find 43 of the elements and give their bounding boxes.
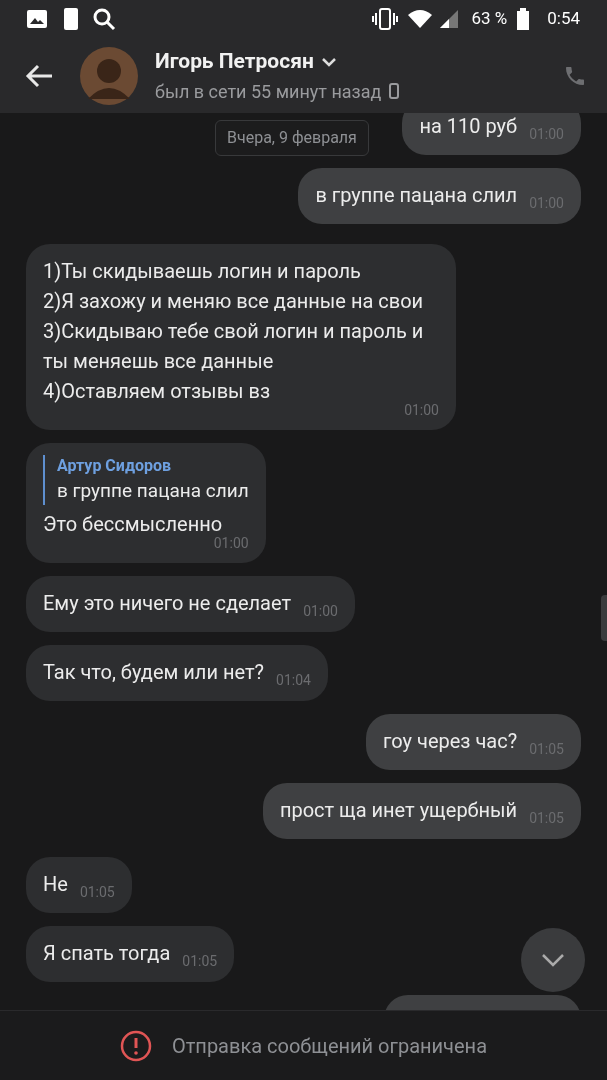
- phone-device-icon: [389, 83, 400, 100]
- message-text: Не: [43, 872, 68, 896]
- vibrate-icon: [372, 8, 399, 30]
- message-text: Так что, будем или нет?: [43, 660, 265, 684]
- message-text: гоу через час?: [383, 729, 518, 753]
- message-text: Это бессмысленно: [43, 512, 223, 536]
- message-time: 01:05: [79, 884, 115, 900]
- battery-icon: [517, 8, 530, 30]
- battery-percent: 63 %: [471, 7, 508, 31]
- message-text: в группе пацана слил: [315, 183, 518, 207]
- chevron-down-icon: [541, 953, 565, 967]
- message-bubble[interactable]: Артур Сидоров в группе пацана слил Это бессмысленно 01:00: [26, 443, 266, 563]
- message-bubble[interactable]: Ему это ничего не сделает $_{01:00}$: [26, 576, 355, 632]
- message-time: 01:05: [182, 953, 218, 969]
- message-text: прост ща инет ущербный: [279, 798, 518, 822]
- message-time: 01:00: [404, 402, 439, 418]
- date-chip: Вчера, 9 февраля: [215, 120, 369, 156]
- avatar[interactable]: [80, 46, 138, 105]
- clock: 0:54: [547, 7, 580, 31]
- message-bubble[interactable]: Так что, будем или нет? $_{01:04}$: [26, 645, 328, 701]
- reply-text: в группе пацана слил: [57, 478, 249, 504]
- back-icon[interactable]: [25, 63, 53, 88]
- chevron-down-icon[interactable]: [321, 57, 336, 67]
- last-seen-status: был в сети 55 минут назад: [155, 79, 382, 104]
- search-icon: [92, 7, 116, 31]
- message-text: Я спать тогда: [43, 941, 171, 965]
- gallery-icon: [27, 10, 47, 28]
- message-text: на 110 руб: [419, 114, 518, 138]
- reply-author: Артур Сидоров: [57, 455, 173, 477]
- message-time: 01:00: [213, 535, 249, 551]
- message-time: 01:00: [303, 603, 338, 619]
- message-text: Ему это ничего не сделает: [43, 591, 292, 615]
- signal-icon: [440, 10, 459, 28]
- message-bubble[interactable]: Я спать тогда $_{01:05}$: [26, 926, 235, 982]
- contact-name[interactable]: Игорь Петросян: [155, 46, 314, 78]
- message-text: 1)Ты скидываешь логин и пароль 2)Я захожу и меняю все данные на свои 3)Скидываю тебе свой логин и пароль и ты меняешь все данные 4)Оставляем отзывы вз: [43, 259, 425, 403]
- message-bubble[interactable]: 1)Ты скидываешь логин и пароль 2)Я захожу и меняю все данные на свои 3)Скидываю тебе свой логин и пароль и ты меняешь все данные 4)Оставляем отзывы вз 01:00: [26, 244, 456, 430]
- message-time: 01:04: [276, 672, 311, 688]
- alert-icon: [119, 1029, 152, 1062]
- message-bubble[interactable]: Не $_{01:05}$: [26, 857, 132, 913]
- restriction-notice: Отправка сообщений ограничена: [171, 1032, 487, 1060]
- scrollbar-thumb[interactable]: [601, 595, 607, 641]
- wifi-icon: [408, 10, 433, 28]
